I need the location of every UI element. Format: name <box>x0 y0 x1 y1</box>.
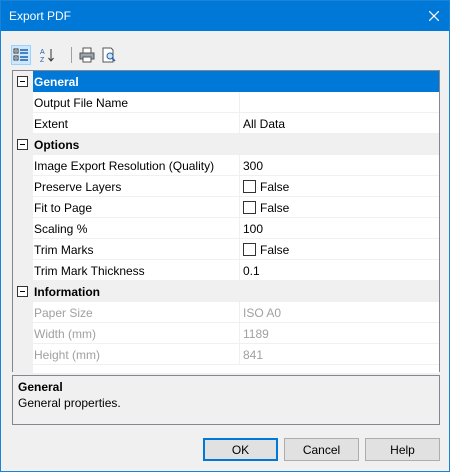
property-width[interactable]: Width (mm) 1189 <box>13 323 439 344</box>
property-paper-size[interactable]: Paper Size ISO A0 <box>13 302 439 323</box>
alphabetical-sort-icon: A Z <box>40 49 54 63</box>
checkbox-label: False <box>260 201 290 215</box>
help-title: General <box>18 380 63 394</box>
collapse-icon[interactable] <box>17 76 28 87</box>
svg-text:Z: Z <box>40 57 45 63</box>
property-value[interactable]: False <box>239 197 439 218</box>
svg-text:A: A <box>40 49 45 56</box>
property-value: 1189 <box>239 323 439 344</box>
category-options[interactable]: Options <box>13 134 439 155</box>
property-scaling[interactable]: Scaling % 100 <box>13 218 439 239</box>
checkbox-label: False <box>260 243 290 257</box>
title-bar: Export PDF <box>1 1 449 31</box>
property-name: Width (mm) <box>33 323 239 344</box>
property-resolution[interactable]: Image Export Resolution (Quality) 300 <box>13 155 439 176</box>
property-trim-mark-thickness[interactable]: Trim Mark Thickness 0.1 <box>13 260 439 281</box>
property-value[interactable]: 300 <box>239 155 439 176</box>
category-information[interactable]: Information <box>13 281 439 302</box>
property-value[interactable]: False <box>239 239 439 260</box>
property-value[interactable] <box>239 92 439 113</box>
category-general[interactable]: General <box>13 71 439 92</box>
checkbox[interactable] <box>243 180 256 193</box>
close-button[interactable] <box>419 1 449 31</box>
property-value[interactable]: False <box>239 176 439 197</box>
checkbox[interactable] <box>243 243 256 256</box>
export-pdf-dialog: Export PDF A Z General Output File Name … <box>0 0 450 472</box>
property-trim-marks[interactable]: Trim Marks False <box>13 239 439 260</box>
property-value: 841 <box>239 344 439 365</box>
property-height[interactable]: Height (mm) 841 <box>13 344 439 365</box>
checkbox[interactable] <box>243 201 256 214</box>
property-preserve-layers[interactable]: Preserve Layers False <box>13 176 439 197</box>
dialog-title: Export PDF <box>9 9 72 23</box>
print-preview-button[interactable] <box>99 45 119 65</box>
property-value: ISO A0 <box>239 302 439 323</box>
print-button[interactable] <box>77 45 97 65</box>
property-fit-to-page[interactable]: Fit to Page False <box>13 197 439 218</box>
grid-empty-area <box>13 365 439 373</box>
checkbox-label: False <box>260 180 290 194</box>
property-extent[interactable]: Extent All Data <box>13 113 439 134</box>
alphabetical-button[interactable]: A Z <box>37 45 57 65</box>
print-icon <box>79 47 95 63</box>
category-label: Options <box>33 134 439 155</box>
categorized-icon <box>13 48 28 61</box>
property-name: Preserve Layers <box>33 176 239 197</box>
property-name: Output File Name <box>33 92 239 113</box>
property-grid-toolbar: A Z <box>11 45 211 67</box>
property-grid: General Output File Name Extent All Data… <box>12 70 440 373</box>
categorized-button[interactable] <box>11 45 31 65</box>
ok-button[interactable]: OK <box>203 438 278 461</box>
help-panel: General General properties. <box>12 375 440 425</box>
category-label: General <box>33 71 439 92</box>
collapse-icon[interactable] <box>17 139 28 150</box>
property-output-file-name[interactable]: Output File Name <box>13 92 439 113</box>
print-preview-icon <box>102 47 116 63</box>
property-value[interactable]: All Data <box>239 113 439 134</box>
property-name: Paper Size <box>33 302 239 323</box>
close-icon <box>429 11 439 21</box>
property-value[interactable]: 0.1 <box>239 260 439 281</box>
property-name: Extent <box>33 113 239 134</box>
property-value[interactable]: 100 <box>239 218 439 239</box>
cancel-button[interactable]: Cancel <box>284 438 359 461</box>
category-label: Information <box>33 281 439 302</box>
toolbar-separator <box>71 47 72 63</box>
help-button[interactable]: Help <box>365 438 440 461</box>
property-name: Trim Marks <box>33 239 239 260</box>
collapse-icon[interactable] <box>17 286 28 297</box>
property-name: Scaling % <box>33 218 239 239</box>
property-name: Fit to Page <box>33 197 239 218</box>
help-description: General properties. <box>18 396 121 410</box>
property-name: Height (mm) <box>33 344 239 365</box>
property-name: Trim Mark Thickness <box>33 260 239 281</box>
property-name: Image Export Resolution (Quality) <box>33 155 239 176</box>
